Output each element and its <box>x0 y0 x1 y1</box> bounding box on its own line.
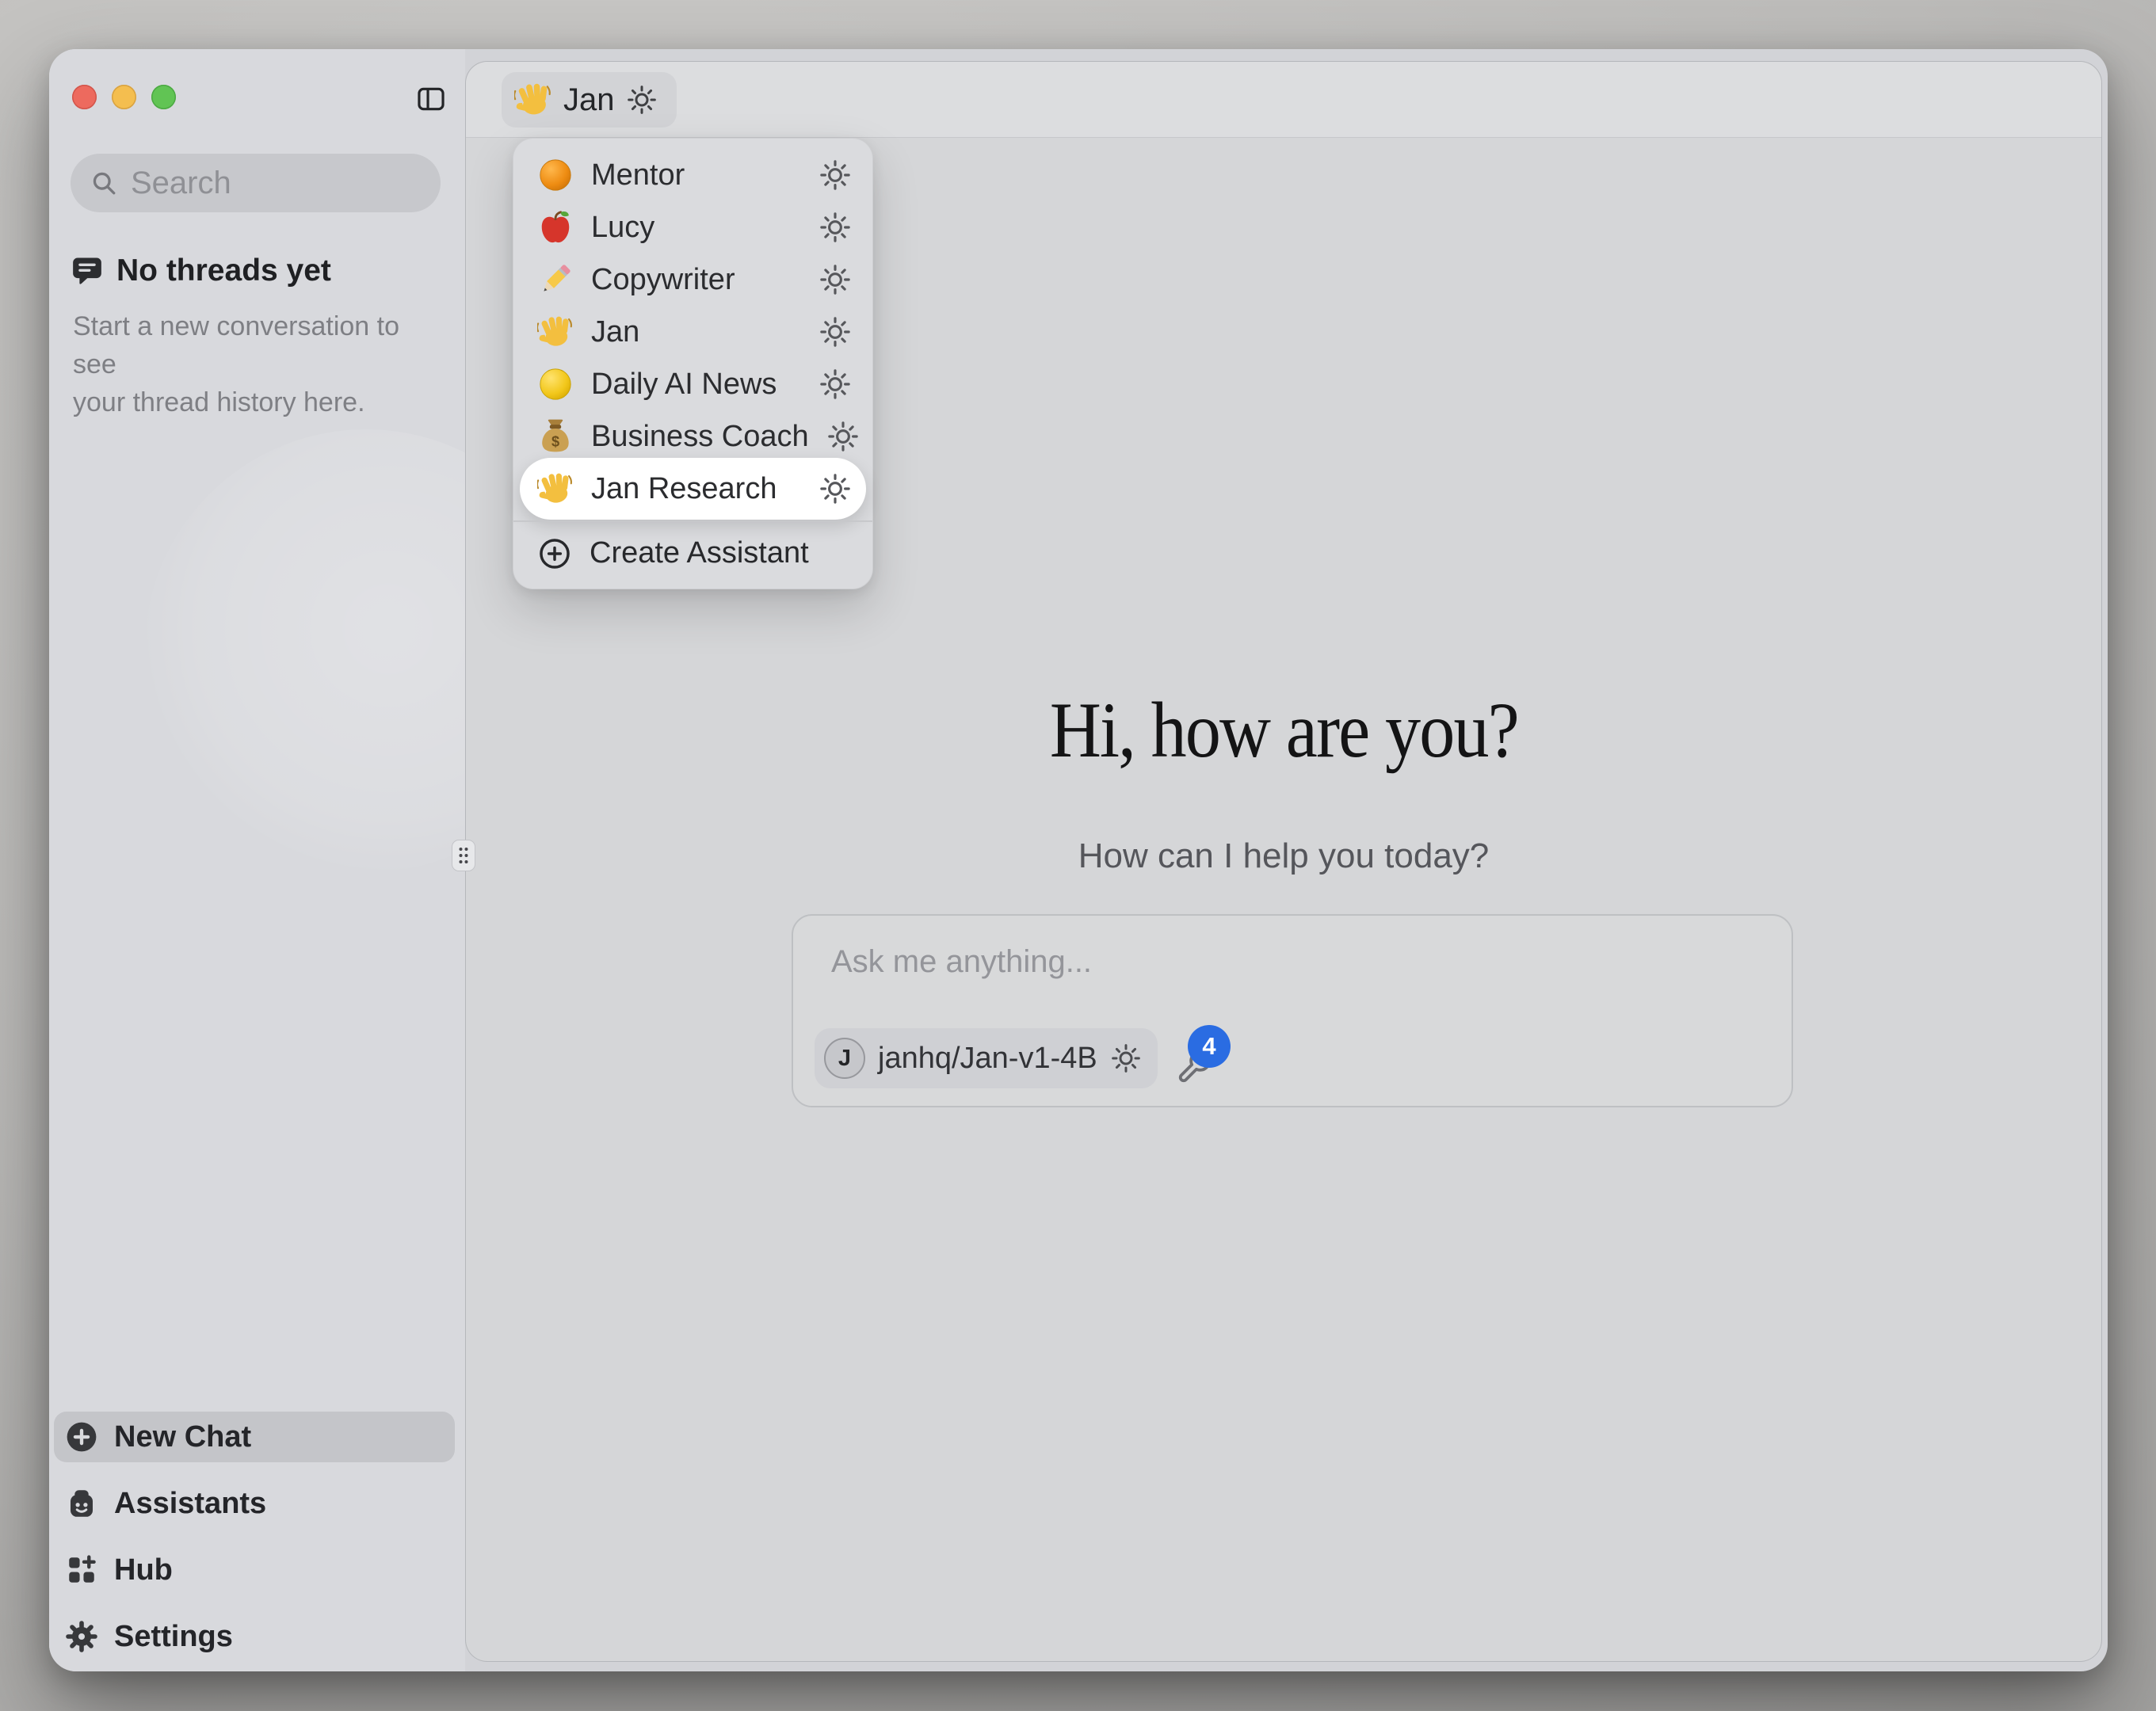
sidebar-resize-handle[interactable] <box>452 840 475 871</box>
gear-icon <box>65 1620 98 1653</box>
plus-circle-icon <box>65 1420 98 1454</box>
greeting-subtitle: How can I help you today? <box>466 836 2101 876</box>
waving-hand-emoji-icon <box>537 314 574 350</box>
assistant-item-settings-gear-icon[interactable] <box>819 263 852 296</box>
red-apple-emoji-icon <box>537 209 574 246</box>
empty-threads-state: No threads yet Start a new conversation … <box>71 253 427 421</box>
window-controls <box>72 85 176 109</box>
chat-bubble-icon <box>71 254 104 288</box>
assistant-settings-gear-icon[interactable] <box>626 84 658 116</box>
plus-circle-icon <box>537 536 572 571</box>
search-icon <box>90 169 118 197</box>
assistant-menu-item-business-coach[interactable]: Business Coach <box>513 410 872 463</box>
close-window-button[interactable] <box>72 85 97 109</box>
yellow-circle-emoji-icon <box>537 366 574 402</box>
assistant-menu-item-copywriter[interactable]: Copywriter <box>513 253 872 306</box>
message-input[interactable] <box>831 944 1719 980</box>
model-name: janhq/Jan-v1-4B <box>878 1042 1097 1076</box>
app-window: No threads yet Start a new conversation … <box>49 49 2108 1671</box>
pencil-emoji-icon <box>537 261 574 298</box>
menu-separator <box>513 520 872 522</box>
drag-dots-icon <box>456 844 471 867</box>
sidebar-toggle-icon <box>416 84 446 114</box>
tools-count-badge: 4 <box>1188 1025 1231 1068</box>
assistant-item-settings-gear-icon[interactable] <box>819 315 852 349</box>
sidebar-item-assistants[interactable]: Assistants <box>54 1478 455 1529</box>
minimize-window-button[interactable] <box>112 85 136 109</box>
model-avatar: J <box>824 1038 865 1079</box>
assistant-item-settings-gear-icon[interactable] <box>819 211 852 244</box>
sidebar-footer-nav: New Chat Assistants Hub Settings <box>54 1412 455 1662</box>
sidebar-item-settings[interactable]: Settings <box>54 1611 455 1662</box>
desktop-background: No threads yet Start a new conversation … <box>0 0 2156 1711</box>
search-input[interactable] <box>131 166 422 201</box>
assistant-dropdown-menu: Mentor Lucy Copywriter Jan Daily AI News <box>513 138 873 589</box>
toggle-sidebar-button[interactable] <box>416 84 446 114</box>
nav-label: Settings <box>114 1620 233 1654</box>
current-assistant-name: Jan <box>563 82 615 118</box>
sidebar: No threads yet Start a new conversation … <box>49 49 465 1671</box>
waving-hand-emoji-icon <box>514 81 552 119</box>
nav-label: Hub <box>114 1553 173 1587</box>
assistant-item-settings-gear-icon[interactable] <box>826 420 860 453</box>
hub-icon <box>65 1553 98 1587</box>
tools-button[interactable]: 4 <box>1176 1044 1233 1092</box>
nav-label: Assistants <box>114 1487 266 1521</box>
nav-label: New Chat <box>114 1420 251 1454</box>
waving-hand-emoji-icon <box>537 471 574 507</box>
main-topbar: Jan <box>466 62 2101 138</box>
assistant-menu-item-jan[interactable]: Jan <box>513 306 872 358</box>
sidebar-item-new-chat[interactable]: New Chat <box>54 1412 455 1462</box>
zoom-window-button[interactable] <box>151 85 176 109</box>
model-settings-gear-icon[interactable] <box>1110 1042 1142 1074</box>
assistant-item-settings-gear-icon[interactable] <box>819 368 852 401</box>
orange-circle-emoji-icon <box>537 157 574 193</box>
money-bag-emoji-icon <box>537 418 574 455</box>
empty-state-title-row: No threads yet <box>71 253 427 288</box>
assistant-menu-item-mentor[interactable]: Mentor <box>513 149 872 201</box>
empty-state-title: No threads yet <box>116 253 331 288</box>
create-assistant-button[interactable]: Create Assistant <box>513 528 872 579</box>
greeting-title: Hi, how are you? <box>466 684 2101 775</box>
message-composer[interactable]: J janhq/Jan-v1-4B 4 <box>792 914 1793 1107</box>
sidebar-item-hub[interactable]: Hub <box>54 1545 455 1595</box>
assistant-menu-item-daily-ai-news[interactable]: Daily AI News <box>513 358 872 410</box>
search-box[interactable] <box>71 154 441 212</box>
model-selector-chip[interactable]: J janhq/Jan-v1-4B <box>815 1028 1158 1088</box>
assistant-menu-item-jan-research[interactable]: Jan Research <box>520 458 866 520</box>
empty-state-description: Start a new conversation to see your thr… <box>71 307 427 421</box>
assistant-item-settings-gear-icon[interactable] <box>819 472 852 505</box>
assistant-item-settings-gear-icon[interactable] <box>819 158 852 192</box>
assistant-selector-button[interactable]: Jan <box>502 72 677 128</box>
assistant-menu-item-lucy[interactable]: Lucy <box>513 201 872 253</box>
assistants-icon <box>65 1487 98 1520</box>
